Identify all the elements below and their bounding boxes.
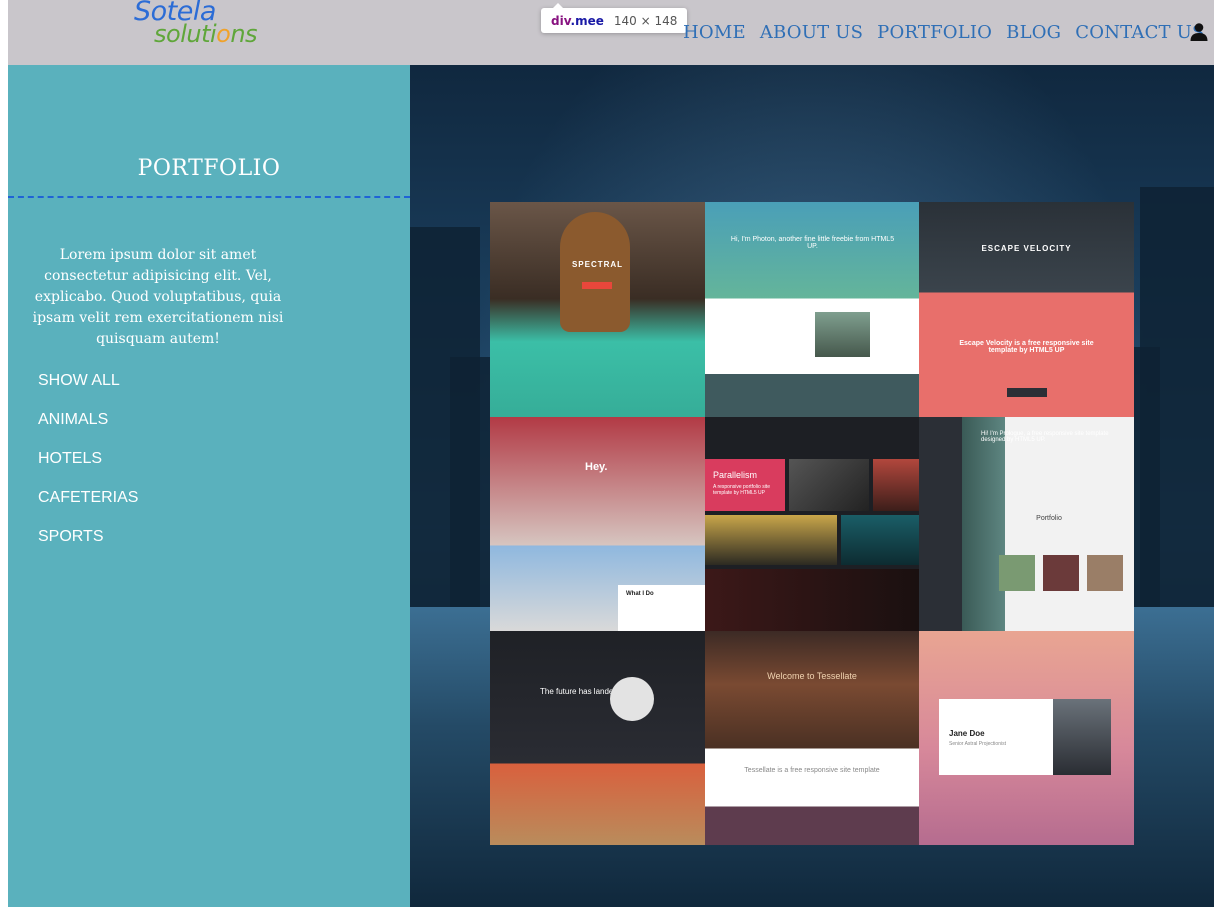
image-thumb (705, 515, 837, 565)
tile-tessellate-subtitle: Tessellate is a free responsive site tem… (744, 767, 880, 774)
image-thumb (1053, 699, 1111, 775)
nav-home[interactable]: HOME (683, 22, 746, 43)
image-thumb (815, 312, 870, 357)
tile-hey-title: Hey. (585, 461, 608, 473)
tile-photon-title: Hi, I'm Photon, another fine little free… (730, 236, 895, 250)
tile-tessellate[interactable]: Welcome to Tessellate Tessellate is a fr… (705, 631, 919, 845)
tile-photon[interactable]: Hi, I'm Photon, another fine little free… (705, 202, 919, 417)
tile-parallelism-title: Parallelism (713, 470, 758, 480)
main-nav: HOME ABOUT US PORTFOLIO BLOG CONTACT US (683, 22, 1205, 43)
image-thumb (873, 459, 919, 511)
template-collage: SPECTRAL Hi, I'm Photon, another fine li… (490, 202, 1134, 845)
tile-jane-doe-title: Jane Doe (949, 729, 985, 738)
image-thumb (1087, 555, 1123, 591)
portfolio-showcase: SPECTRAL Hi, I'm Photon, another fine li… (410, 65, 1214, 907)
nav-contact-us[interactable]: CONTACT US (1075, 22, 1204, 43)
tile-jane-doe-subtitle: Senior Astral Projectionist (949, 741, 1006, 747)
tile-the-future-title: The future has landed (540, 687, 618, 696)
tile-parallelism-subtitle: A responsive portfolio site template by … (713, 484, 770, 496)
image-thumb (841, 515, 919, 565)
tile-tessellate-title: Welcome to Tessellate (767, 671, 857, 681)
laptop-circle-shape (610, 677, 654, 721)
logo-wordmark-bottom: solutions (154, 20, 258, 48)
portfolio-filter-list: SHOW ALL ANIMALS HOTELS CAFETERIAS SPORT… (38, 371, 138, 566)
tile-hey-subtitle: What I Do (626, 591, 654, 597)
tile-escape-velocity[interactable]: ESCAPE VELOCITY Escape Velocity is a fre… (919, 202, 1134, 417)
tile-hey[interactable]: Hey. What I Do (490, 417, 705, 631)
filter-show-all[interactable]: SHOW ALL (38, 371, 138, 410)
image-thumb (705, 569, 919, 631)
nav-about-us[interactable]: ABOUT US (760, 22, 863, 43)
logo-gear-letter: o (216, 20, 231, 48)
filter-cafeterias[interactable]: CAFETERIAS (38, 488, 138, 527)
tooltip-tag: div (551, 13, 571, 28)
figure-shape (560, 212, 630, 332)
tile-parallelism[interactable]: Parallelism A responsive portfolio site … (705, 417, 919, 631)
sidebar-description: Lorem ipsum dolor sit amet consectetur a… (32, 247, 284, 347)
image-thumb (1043, 555, 1079, 591)
tile-prologue-subtitle: Portfolio (1036, 515, 1062, 522)
image-thumb (999, 555, 1035, 591)
sidebar-title: PORTFOLIO (137, 156, 281, 182)
tile-spectral[interactable]: SPECTRAL (490, 202, 705, 417)
nav-blog[interactable]: BLOG (1006, 22, 1061, 43)
image-thumb (789, 459, 869, 511)
site-header: Sotela solutions div.mee 140 × 148 HOME … (8, 0, 1214, 65)
tile-escape-velocity-subtitle: Escape Velocity is a free responsive sit… (959, 340, 1094, 354)
cta-button-shape (1007, 388, 1047, 397)
portfolio-sidebar: PORTFOLIO Lorem ipsum dolor sit amet con… (8, 65, 410, 907)
site-logo[interactable]: Sotela solutions (134, 0, 294, 52)
tooltip-class: .mee (570, 13, 604, 28)
sidebar-divider (8, 196, 410, 198)
filter-hotels[interactable]: HOTELS (38, 449, 138, 488)
tile-the-future[interactable]: The future has landed (490, 631, 705, 845)
nav-portfolio[interactable]: PORTFOLIO (877, 22, 992, 43)
tooltip-size: 140 × 148 (613, 13, 678, 28)
filter-sports[interactable]: SPORTS (38, 527, 138, 566)
tile-prologue-title: Hi! I'm Prologue, a free responsive site… (981, 431, 1109, 443)
tile-jane-doe[interactable]: Jane Doe Senior Astral Projectionist (919, 631, 1134, 845)
filter-animals[interactable]: ANIMALS (38, 410, 138, 449)
devtools-element-tooltip: div.mee 140 × 148 (541, 3, 688, 33)
cta-button-shape (582, 282, 612, 289)
page: Sotela solutions div.mee 140 × 148 HOME … (8, 0, 1214, 907)
tile-prologue[interactable]: Hi! I'm Prologue, a free responsive site… (919, 417, 1134, 631)
tile-escape-velocity-title: ESCAPE VELOCITY (981, 244, 1072, 253)
user-icon[interactable] (1189, 22, 1209, 42)
tile-spectral-title: SPECTRAL (571, 260, 624, 269)
